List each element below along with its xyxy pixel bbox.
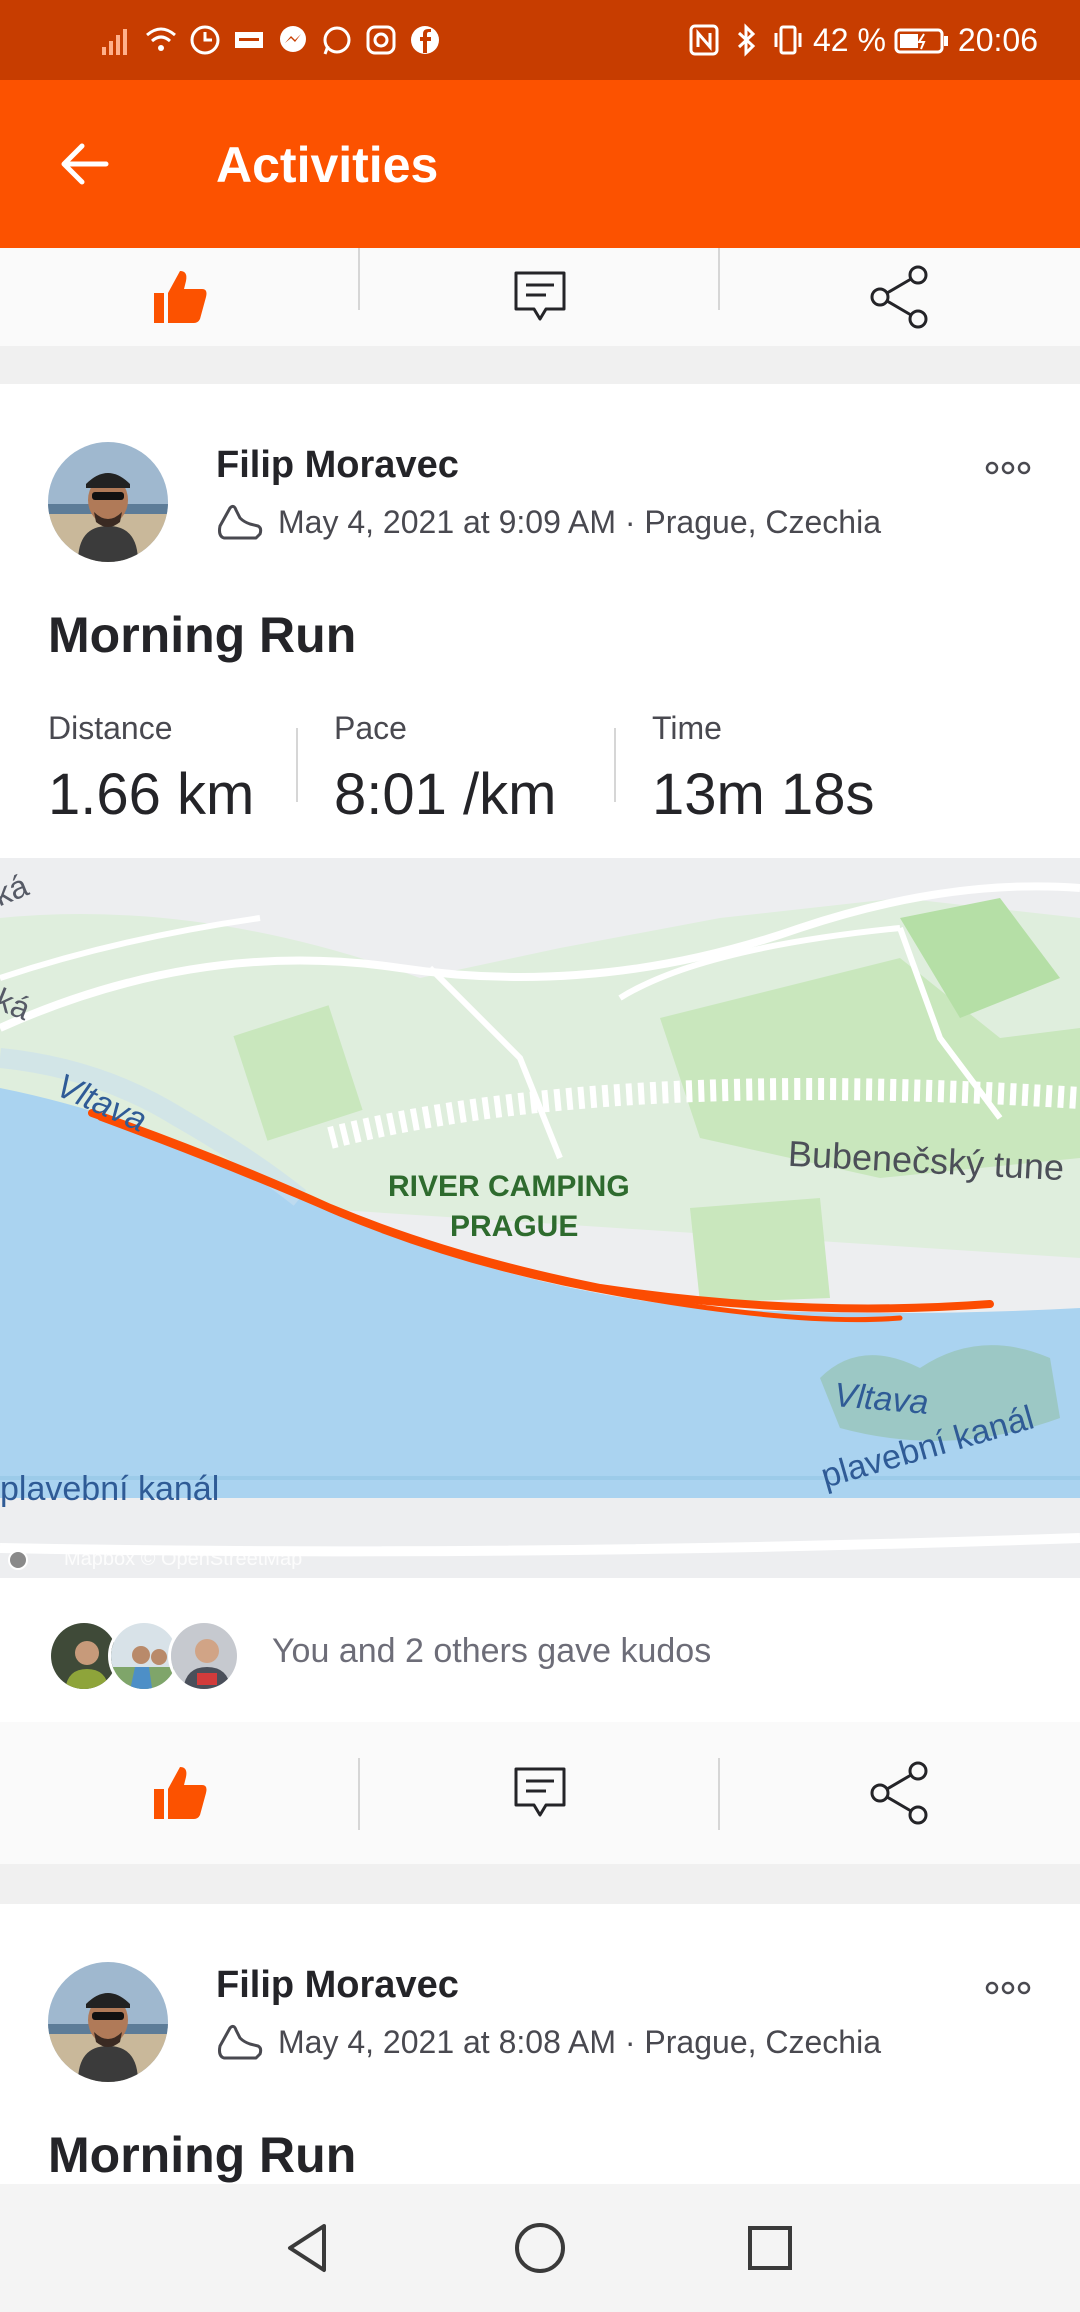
kudos-button[interactable]	[0, 1722, 360, 1864]
map-label-poi: RIVER CAMPING	[388, 1170, 630, 1203]
nav-back-button[interactable]	[272, 2212, 344, 2284]
activity-meta: May 4, 2021 at 9:09 AM · Prague, Czechia	[216, 502, 881, 542]
facebook-icon	[408, 23, 442, 57]
wifi-icon	[144, 23, 178, 57]
comment-button[interactable]	[360, 248, 720, 346]
kudos-button[interactable]	[0, 248, 360, 346]
map-label-poi: PRAGUE	[450, 1210, 579, 1243]
messenger-icon	[276, 23, 310, 57]
kudos-summary[interactable]: You and 2 others gave kudos	[272, 1632, 711, 1671]
athlete-name[interactable]: Filip Moravec	[216, 1964, 459, 2007]
kudos-row[interactable]: You and 2 others gave kudos	[0, 1578, 1080, 1722]
share-button[interactable]	[720, 1722, 1080, 1864]
stat-value: 8:01 /km	[334, 762, 557, 827]
activity-meta-text: May 4, 2021 at 8:08 AM · Prague, Czechia	[278, 2023, 881, 2060]
bluetooth-icon	[729, 23, 763, 57]
activity-title[interactable]: Morning Run	[48, 2126, 356, 2184]
back-button[interactable]	[52, 132, 116, 196]
comment-icon	[514, 271, 566, 321]
nav-back-icon	[288, 2224, 326, 2272]
share-icon	[870, 265, 928, 329]
arrow-back-icon	[61, 143, 109, 185]
sonos-icon	[232, 23, 266, 57]
share-icon	[870, 1761, 928, 1825]
thumbs-up-icon	[154, 271, 207, 323]
activity-meta-text: May 4, 2021 at 9:09 AM · Prague, Czechia	[278, 503, 881, 540]
more-horizontal-icon	[985, 1981, 1031, 1995]
prev-activity-action-bar	[0, 248, 1080, 346]
more-horizontal-icon	[985, 461, 1031, 475]
stat-value: 1.66 km	[48, 762, 255, 827]
battery-icon	[894, 23, 950, 57]
stat-pace: Pace 8:01 /km	[334, 710, 556, 828]
battery-percent: 42 %	[812, 21, 886, 58]
stat-label: Pace	[334, 710, 407, 746]
status-left-icons	[100, 0, 442, 80]
nfc-icon	[687, 23, 721, 57]
stat-value: 13m 18s	[652, 762, 875, 827]
map-label-canal: plavební kanál	[0, 1470, 220, 1508]
activity-action-bar	[0, 1722, 1080, 1864]
more-options-button[interactable]	[978, 1968, 1038, 2008]
stat-distance: Distance 1.66 km	[48, 710, 254, 828]
map-attribution[interactable]: Mapbox © OpenStreetMap	[64, 1548, 302, 1571]
nav-home-button[interactable]	[504, 2212, 576, 2284]
nav-recents-icon	[748, 2226, 792, 2270]
app-bar: Activities	[0, 80, 1080, 248]
activity-map[interactable]: ká ká Vltava RIVER CAMPING PRAGUE Bubene…	[0, 858, 1080, 1578]
instagram-icon	[364, 23, 398, 57]
stat-label: Time	[652, 710, 722, 746]
whatsapp-icon	[320, 23, 354, 57]
clock: 20:06	[957, 21, 1038, 58]
stat-time: Time 13m 18s	[652, 710, 874, 828]
data-saver-icon	[188, 23, 222, 57]
signal-icon	[100, 23, 134, 57]
stat-label: Distance	[48, 710, 173, 746]
run-shoe-icon	[218, 2024, 263, 2060]
vibrate-icon	[771, 23, 805, 57]
activity-meta: May 4, 2021 at 8:08 AM · Prague, Czechia	[216, 2022, 881, 2062]
activity-card[interactable]: Filip Moravec May 4, 2021 at 8:08 AM · P…	[0, 1904, 1080, 2184]
nav-recents-button[interactable]	[734, 2212, 806, 2284]
activity-card[interactable]: Filip Moravec May 4, 2021 at 9:09 AM · P…	[0, 384, 1080, 1860]
status-right-icons: 42 % 20:06	[687, 0, 1038, 80]
system-nav-bar	[0, 2184, 1080, 2312]
kudos-avatar	[168, 1620, 240, 1692]
run-shoe-icon	[218, 504, 263, 540]
activity-title[interactable]: Morning Run	[48, 606, 356, 664]
thumbs-up-icon	[154, 1767, 207, 1819]
athlete-name[interactable]: Filip Moravec	[216, 444, 459, 487]
share-button[interactable]	[720, 248, 1080, 346]
map-label-river: Vltava	[832, 1375, 931, 1423]
avatar[interactable]	[48, 442, 168, 562]
page-title: Activities	[216, 137, 439, 193]
more-options-button[interactable]	[978, 448, 1038, 488]
comment-icon	[514, 1767, 566, 1817]
status-bar: 42 % 20:06	[0, 0, 1080, 80]
nav-home-icon	[515, 2223, 565, 2273]
comment-button[interactable]	[360, 1722, 720, 1864]
avatar[interactable]	[48, 1962, 168, 2082]
